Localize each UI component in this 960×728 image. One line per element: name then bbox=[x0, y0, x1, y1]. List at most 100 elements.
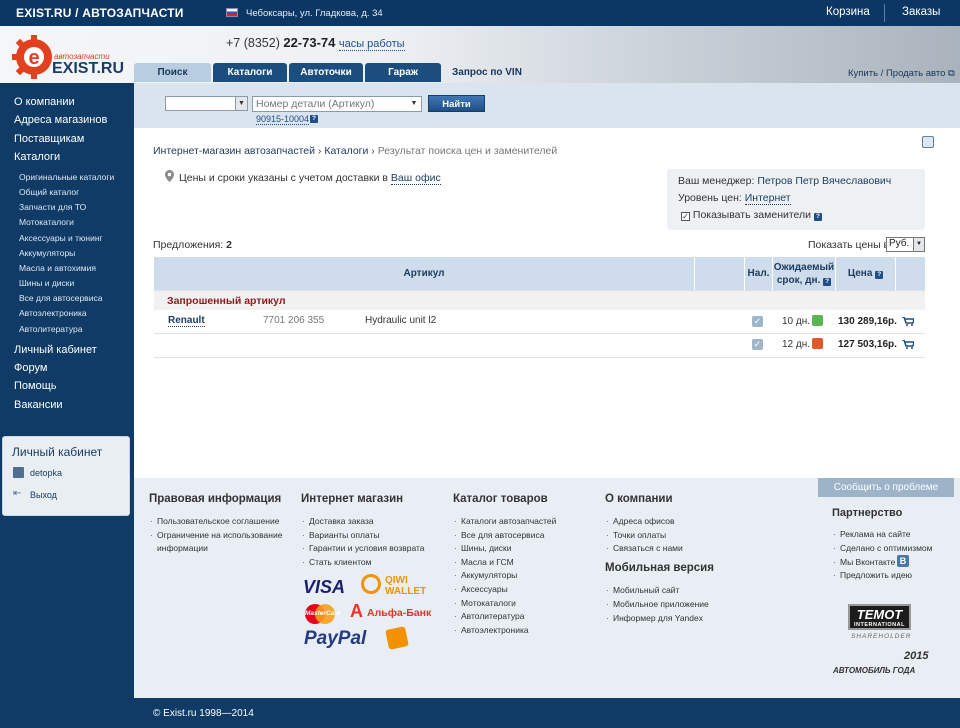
sidebar-item-about[interactable]: О компании bbox=[14, 96, 75, 108]
award-year: 2015 bbox=[904, 650, 929, 662]
footer-link[interactable]: Реклама на сайте bbox=[833, 529, 910, 539]
sidebar-subitem[interactable]: Оригинальные каталоги bbox=[19, 172, 114, 182]
sidebar-subitem[interactable]: Масла и автохимия bbox=[19, 263, 96, 273]
sidebar-item-stores[interactable]: Адреса магазинов bbox=[14, 114, 107, 126]
username-link[interactable]: detopka bbox=[30, 468, 62, 478]
help-icon[interactable]: ? bbox=[310, 115, 318, 123]
footer-link[interactable]: Стать клиентом bbox=[302, 557, 372, 567]
cart-link[interactable]: Корзина bbox=[826, 6, 870, 18]
help-icon[interactable]: ? bbox=[875, 271, 884, 279]
sidebar-item-cabinet[interactable]: Личный кабинет bbox=[14, 344, 97, 356]
orders-link[interactable]: Заказы bbox=[902, 6, 940, 18]
sidebar-item-forum[interactable]: Форум bbox=[14, 362, 47, 374]
col-price: Цена ? bbox=[835, 257, 895, 290]
tab-autopoints[interactable]: Автоточки bbox=[289, 63, 363, 82]
sidebar-subitem[interactable]: Мотокаталоги bbox=[19, 217, 74, 227]
tab-search[interactable]: Поиск bbox=[134, 63, 211, 82]
help-icon[interactable]: ? bbox=[813, 213, 822, 221]
footer-link[interactable]: Сделано с оптимизмом bbox=[833, 543, 932, 553]
help-icon[interactable]: ? bbox=[823, 278, 832, 286]
col-spacer bbox=[694, 257, 744, 290]
logo-text: EXIST.RU bbox=[52, 60, 124, 77]
footer-link[interactable]: Автолитература bbox=[454, 611, 524, 621]
footer-link[interactable]: Предложить идею bbox=[833, 570, 912, 580]
price-value: 130 289,16р. bbox=[838, 316, 897, 327]
sidebar-subitem[interactable]: Автолитература bbox=[19, 324, 82, 334]
working-hours-link[interactable]: часы работы bbox=[338, 38, 405, 51]
example-part-link[interactable]: 90915-10004 bbox=[256, 114, 310, 125]
footer-link[interactable]: Пользовательское соглашение bbox=[150, 516, 279, 526]
breadcrumb: Интернет-магазин автозапчастей › Каталог… bbox=[153, 145, 557, 157]
brand-link[interactable]: Renault bbox=[168, 315, 205, 327]
buy-sell-car-link[interactable]: Купить / Продать авто ⧉ bbox=[848, 68, 955, 79]
requested-article-section: Запрошенный артикул bbox=[154, 290, 925, 310]
manager-name-link[interactable]: Петров Петр Вячеславович bbox=[757, 175, 891, 187]
footer-link[interactable]: Мобильное приложение bbox=[606, 599, 709, 609]
site-title[interactable]: EXIST.RU / АВТОЗАПЧАСТИ bbox=[16, 6, 184, 20]
part-number-placeholder: Номер детали (Артикул) bbox=[256, 98, 375, 110]
sidebar-subitem[interactable]: Автоэлектроника bbox=[19, 308, 87, 318]
footer-link[interactable]: Аккумуляторы bbox=[454, 570, 517, 580]
footer-link[interactable]: Гарантии и условия возврата bbox=[302, 543, 425, 553]
feedback-icon[interactable] bbox=[922, 136, 934, 148]
cart-icon[interactable] bbox=[902, 317, 914, 326]
footer-link[interactable]: Масла и ГСМ bbox=[454, 557, 514, 567]
footer-link[interactable]: Каталоги автозапчастей bbox=[454, 516, 556, 526]
footer-link[interactable]: Шины, диски bbox=[454, 543, 511, 553]
sidebar-subitem[interactable]: Аксессуары и тюнинг bbox=[19, 233, 103, 243]
status-indicator bbox=[812, 315, 823, 326]
vk-icon[interactable]: B bbox=[897, 555, 909, 567]
footer-link[interactable]: Адреса офисов bbox=[606, 516, 675, 526]
city-address[interactable]: Чебоксары, ул. Гладкова, д. 34 bbox=[246, 8, 383, 19]
brand-select[interactable]: ▼ bbox=[165, 96, 248, 111]
tab-garage[interactable]: Гараж bbox=[365, 63, 441, 82]
footer-link[interactable]: информации bbox=[157, 543, 208, 553]
sidebar-item-vacancies[interactable]: Вакансии bbox=[14, 399, 63, 411]
footer-link[interactable]: Варианты оплаты bbox=[302, 530, 379, 540]
article-description: Hydraulic unit l2 bbox=[365, 315, 437, 326]
footer-link[interactable]: Автоэлектроника bbox=[454, 625, 529, 635]
sidebar-item-help[interactable]: Помощь bbox=[14, 380, 57, 392]
price-level-link[interactable]: Интернет bbox=[744, 192, 791, 205]
footer-link[interactable]: Информер для Yandex bbox=[606, 613, 703, 623]
footer-about-title: О компании bbox=[605, 493, 673, 505]
buy-sell-label[interactable]: Купить / Продать авто bbox=[848, 68, 945, 79]
manager-label: Ваш менеджер: bbox=[678, 175, 755, 187]
currency-select[interactable]: Руб. ▼ bbox=[886, 237, 925, 252]
delivery-text: Цены и сроки указаны с учетом доставки в bbox=[179, 172, 388, 184]
find-button[interactable]: Найти bbox=[428, 95, 485, 112]
breadcrumb-home[interactable]: Интернет-магазин автозапчастей bbox=[153, 145, 315, 157]
cart-icon[interactable] bbox=[902, 340, 914, 349]
sidebar-subitem[interactable]: Запчасти для ТО bbox=[19, 202, 86, 212]
footer-link[interactable]: Мобильный сайт bbox=[606, 585, 680, 595]
breadcrumb-catalogs[interactable]: Каталоги bbox=[324, 145, 368, 157]
footer-link[interactable]: Мы Вконтакте bbox=[833, 557, 895, 567]
logout-link[interactable]: Выход bbox=[30, 490, 57, 500]
footer-link[interactable]: Доставка заказа bbox=[302, 516, 374, 526]
footer-link[interactable]: Мотокаталоги bbox=[454, 598, 516, 608]
alfa-icon: A bbox=[350, 601, 363, 621]
sidebar-item-catalogs[interactable]: Каталоги bbox=[14, 151, 60, 163]
footer-link[interactable]: Точки оплаты bbox=[606, 530, 666, 540]
delivery-note: Цены и сроки указаны с учетом доставки в… bbox=[179, 172, 441, 185]
footer-link[interactable]: Аксессуары bbox=[454, 584, 508, 594]
show-replacements-checkbox[interactable]: ✓ bbox=[681, 212, 690, 221]
sidebar-subitem[interactable]: Шины и диски bbox=[19, 278, 74, 288]
tab-catalogs[interactable]: Каталоги bbox=[213, 63, 287, 82]
chevron-down-icon[interactable]: ▼ bbox=[407, 97, 421, 111]
tab-vin-request[interactable]: Запрос по VIN bbox=[444, 63, 530, 82]
sidebar-item-suppliers[interactable]: Поставщикам bbox=[14, 133, 84, 145]
office-link[interactable]: Ваш офис bbox=[390, 172, 441, 185]
sidebar-subitem[interactable]: Аккумуляторы bbox=[19, 248, 75, 258]
col-article: Артикул bbox=[403, 268, 445, 279]
show-replacements-label[interactable]: Показывать заменители bbox=[693, 209, 811, 221]
footer-link[interactable]: Ограничение на использование bbox=[150, 530, 282, 540]
sidebar-subitem[interactable]: Общий каталог bbox=[19, 187, 79, 197]
price-level-label: Уровень цен: bbox=[678, 192, 742, 204]
footer-link[interactable]: Связаться с нами bbox=[606, 543, 683, 553]
sidebar-subitem[interactable]: Все для автосервиса bbox=[19, 293, 102, 303]
exist-logo[interactable]: e автозапчасти EXIST.RU bbox=[12, 33, 134, 81]
footer-link[interactable]: Все для автосервиса bbox=[454, 530, 544, 540]
part-number-input[interactable]: Номер детали (Артикул) ▼ bbox=[252, 96, 422, 112]
report-problem-button[interactable]: Сообщить о проблеме bbox=[818, 478, 954, 497]
